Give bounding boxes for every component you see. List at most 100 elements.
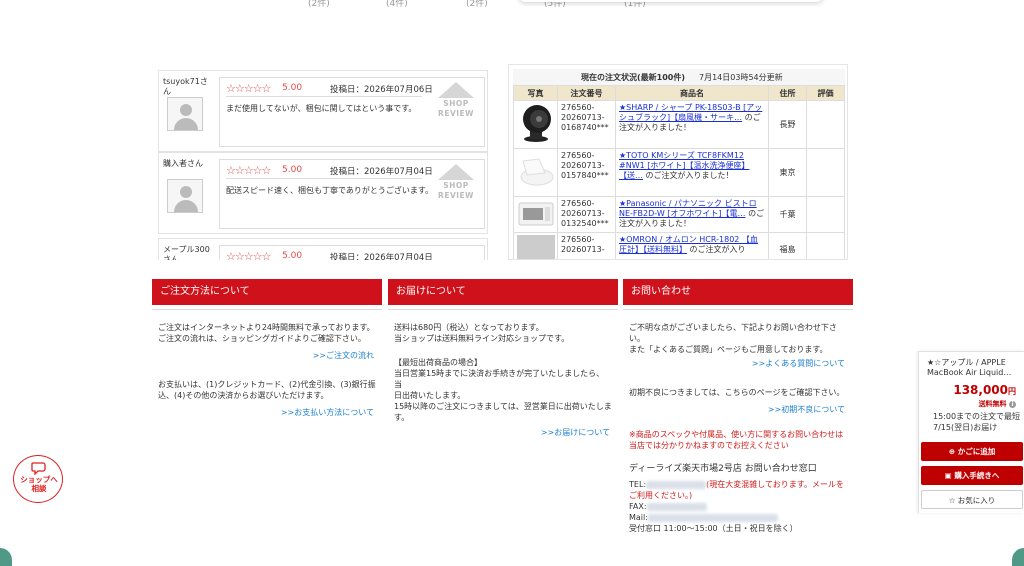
order-status-title: 現在の注文状況(最新100件)	[581, 73, 686, 82]
table-row: 276560-20260713-0168740*** ★SHARP / シャープ…	[513, 100, 845, 149]
review-item: 購入者さん ☆☆☆☆☆ 5.00 投稿日：2026年07月04日 配送スピード速…	[158, 152, 488, 234]
shop-consult-chat-button[interactable]: ショップへ 相談	[13, 455, 63, 503]
section-text: 送料は680円（税込）となっております。	[394, 323, 544, 332]
review-item: メープル300さん ☆☆☆☆☆ 5.00 投稿日：2026年07月04日	[158, 238, 488, 260]
product-thumbnail-microwave-icon[interactable]	[517, 199, 555, 229]
section-text: ご不明な点がございましたら、下記よりお問い合わせ下さ	[629, 323, 837, 332]
order-rating	[806, 148, 845, 197]
checkout-button[interactable]: ▣ 購入手続きへ	[921, 466, 1023, 485]
order-rating	[806, 100, 845, 149]
order-suffix: のご注文が入り	[689, 245, 746, 254]
order-number: 276560-20260713-0157840***	[557, 148, 616, 197]
review-score: 5.00	[282, 251, 303, 260]
mail-label: Mail:	[629, 513, 648, 522]
section-text: 込、(4)その他の決済からお選びいただけます。	[158, 391, 329, 400]
order-address: 福島	[768, 232, 807, 259]
table-row: 276560-20260713-0132540*** ★Panasonic / …	[513, 196, 845, 233]
order-address: 東京	[768, 148, 807, 197]
tel-number-redacted	[646, 480, 707, 489]
order-method-section: ご注文方法について ご注文はインターネットより24時間無料で承っております。 ご…	[152, 279, 382, 418]
column-header: 注文番号	[557, 85, 616, 101]
table-row: 276560-20260713-0157840*** ★TOTO KMシリーズ …	[513, 148, 845, 197]
shop-review-logo-icon: SHOP REVIEW	[432, 82, 480, 126]
tel-note: (現在大変混雑しております。メールを	[706, 480, 844, 489]
section-text: 当日営業15時までに決済お手続きが完了いたしましたら、当	[394, 369, 605, 389]
faq-link[interactable]: >>よくある質問について	[623, 358, 853, 369]
column-header: 住所	[768, 85, 807, 101]
count-label: (2件)	[308, 0, 330, 9]
count-label: (2件)	[466, 0, 488, 9]
contact-hours: 受付窓口 11:00～15:00（土日・祝日を除く）	[629, 524, 798, 533]
order-status-header: 現在の注文状況(最新100件) 7月14日03時54分更新	[513, 69, 845, 85]
warning-text: ※商品のスペックや付属品、使い方に関するお問い合わせは	[629, 430, 844, 439]
shop-review-logo-icon: SHOP REVIEW	[432, 164, 480, 208]
review-date: 投稿日：2026年07月04日	[330, 253, 433, 260]
order-status-updated: 7月14日03時54分更新	[699, 73, 783, 82]
chat-bubble-icon	[31, 462, 46, 475]
avatar	[167, 97, 203, 131]
section-title: お届けについて	[388, 279, 618, 305]
tel-label: TEL:	[629, 480, 647, 489]
delivery-estimate: 15:00までの注文で最短7/15(翌日)お届け	[933, 412, 1021, 432]
order-number: 276560-20260713-0168740***	[557, 100, 616, 149]
delivery-section: お届けについて 送料は680円（税込）となっております。 当ショップは送料無料ラ…	[388, 279, 618, 438]
top-panel-edge	[518, 0, 824, 2]
defect-info-link[interactable]: >>初期不良について	[623, 404, 853, 415]
product-link[interactable]: ★SHARP / シャープ PK-18S03-B [アッシュブラック]【扇風機・…	[619, 103, 762, 122]
order-rating	[806, 196, 845, 233]
section-text: 日出荷いたします。	[394, 391, 466, 400]
review-box: ☆☆☆☆☆ 5.00 投稿日：2026年07月06日 まだ使用してないが、梱包に…	[219, 77, 485, 147]
column-header: 評価	[806, 85, 845, 101]
review-user: メープル300さん	[163, 245, 210, 260]
section-text: い。	[629, 334, 645, 343]
column-header: 商品名	[615, 85, 769, 101]
window-corner	[1012, 548, 1024, 566]
section-text: す。	[394, 413, 410, 422]
rating-stars-icon: ☆☆☆☆☆	[226, 250, 271, 260]
section-text: 15時以降のご注文につきましては、翌営業日に出荷いたしま	[394, 402, 612, 411]
section-text: ご注文の流れは、ショッピングガイドよりご確認下さい。	[158, 334, 366, 343]
section-text: 【最短出荷商品の場合】	[394, 358, 482, 367]
section-text: 初期不良につきましては、こちらのページをご確認下さい。	[629, 388, 845, 397]
shipping-free-badge: 送料無料 i	[979, 399, 1016, 409]
review-user: tsuyok71さん	[163, 77, 208, 96]
fax-label: FAX:	[629, 502, 647, 511]
product-thumbnail-fan-icon[interactable]	[517, 103, 555, 142]
section-text: 当ショップは送料無料ライン対応ショップです。	[394, 334, 570, 343]
cart-icon: ▣	[944, 471, 955, 480]
order-rating	[806, 232, 845, 259]
review-user: 購入者さん	[163, 159, 203, 168]
order-address: 千葉	[768, 196, 807, 233]
section-title: お問い合わせ	[623, 279, 853, 305]
order-number: 276560-20260713-	[557, 232, 616, 259]
favorite-button[interactable]: ☆ お気に入り	[921, 490, 1023, 509]
shop-reviews-list[interactable]: tsuyok71さん ☆☆☆☆☆ 5.00 投稿日：2026年07月06日 まだ…	[152, 64, 492, 260]
order-status-panel[interactable]: 現在の注文状況(最新100件) 7月14日03時54分更新 写真 注文番号 商品…	[508, 64, 848, 260]
rating-stars-icon: ☆☆☆☆☆	[226, 164, 271, 177]
rating-stars-icon: ☆☆☆☆☆	[226, 82, 271, 95]
order-table: 写真 注文番号 商品名 住所 評価 276560-20260713-016874…	[513, 85, 845, 259]
tel-note: ご利用ください。)	[629, 491, 693, 500]
section-text: ご注文はインターネットより24時間無料で承っております。	[158, 323, 375, 332]
product-thumbnail-placeholder-icon[interactable]	[516, 235, 555, 259]
product-link[interactable]: ★Panasonic / パナソニック ビストロ NE-FB2D-W [オフホワ…	[619, 199, 757, 218]
floating-product-card: ★☆アップル / APPLE MacBook Air Liquid… 138,0…	[918, 351, 1024, 513]
order-suffix: のご注文が入りました！	[645, 171, 734, 180]
store-contact-title: ディーライズ楽天市場2号店 お問い合わせ窓口	[629, 464, 817, 474]
column-header: 写真	[513, 85, 558, 101]
product-thumbnail-toilet-seat-icon[interactable]	[517, 151, 555, 189]
order-flow-link[interactable]: >>ご注文の流れ	[152, 350, 382, 361]
add-to-cart-button[interactable]: ⊕ かごに追加	[921, 442, 1023, 461]
plus-circle-icon: ⊕	[948, 447, 958, 456]
window-corner	[0, 548, 12, 566]
order-number: 276560-20260713-0132540***	[557, 196, 616, 233]
order-address: 長野	[768, 100, 807, 149]
contact-section: お問い合わせ ご不明な点がございましたら、下記よりお問い合わせ下さ い。 また「…	[623, 279, 853, 534]
delivery-info-link[interactable]: >>お届けについて	[388, 427, 618, 438]
review-score: 5.00	[282, 165, 303, 175]
payment-method-link[interactable]: >>お支払い方法について	[152, 407, 382, 418]
review-box: ☆☆☆☆☆ 5.00 投稿日：2026年07月04日	[219, 245, 485, 260]
info-icon[interactable]: i	[1009, 401, 1016, 408]
product-title[interactable]: ★☆アップル / APPLE MacBook Air Liquid…	[927, 358, 1023, 378]
star-icon: ☆	[948, 496, 958, 505]
